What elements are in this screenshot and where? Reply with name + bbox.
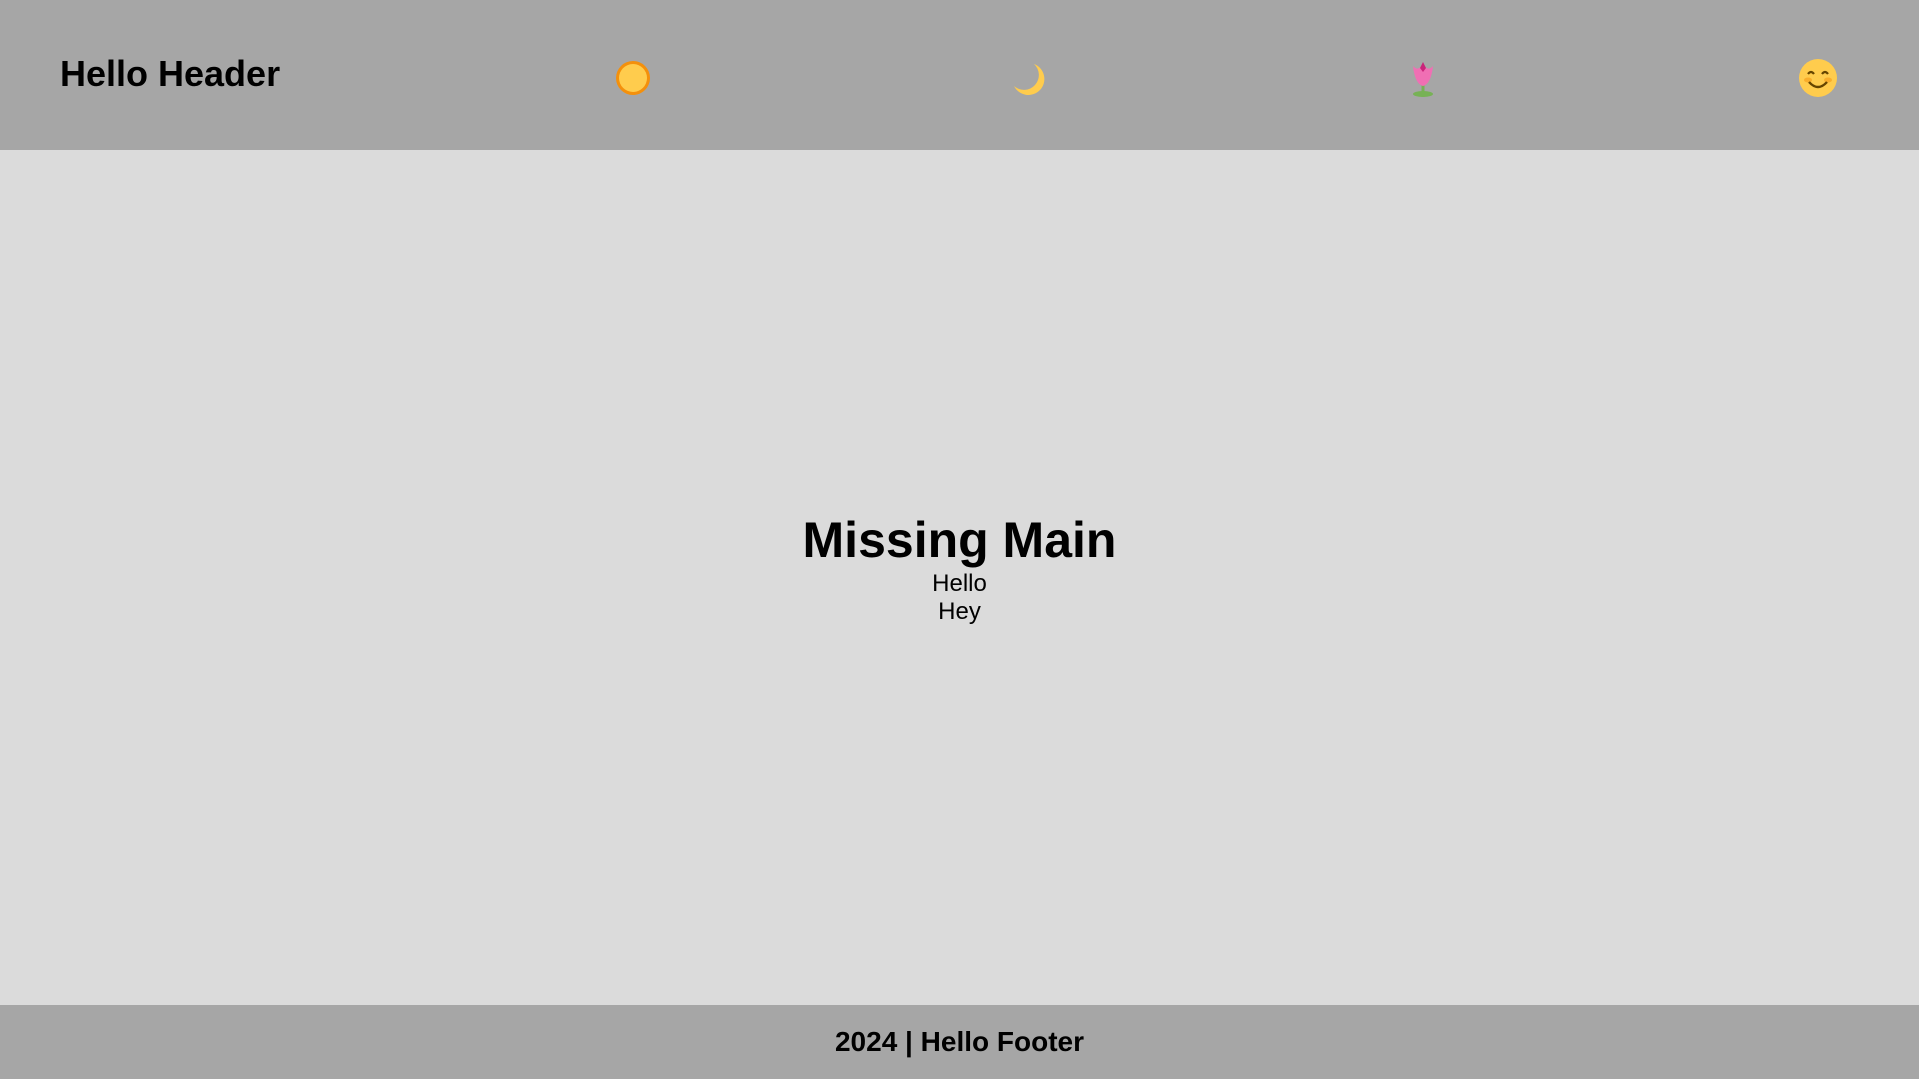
header-title: Hello Header xyxy=(60,53,281,94)
smiling-face-icon xyxy=(1798,58,1838,98)
footer-text: 2024 | Hello Footer xyxy=(834,1026,1085,1057)
main-line-hello: Hello xyxy=(932,569,987,597)
page-footer: 2024 | Hello Footer xyxy=(0,1005,1919,1079)
page-header: Hello Header xyxy=(0,0,1919,150)
main-content: Missing Main Hello Hey xyxy=(0,150,1919,1005)
sun-icon xyxy=(613,58,653,98)
tulip-icon xyxy=(1403,58,1443,98)
main-line-hey: Hey xyxy=(938,597,981,625)
crescent-moon-icon xyxy=(1008,58,1048,98)
main-title: Missing Main xyxy=(802,511,1117,568)
